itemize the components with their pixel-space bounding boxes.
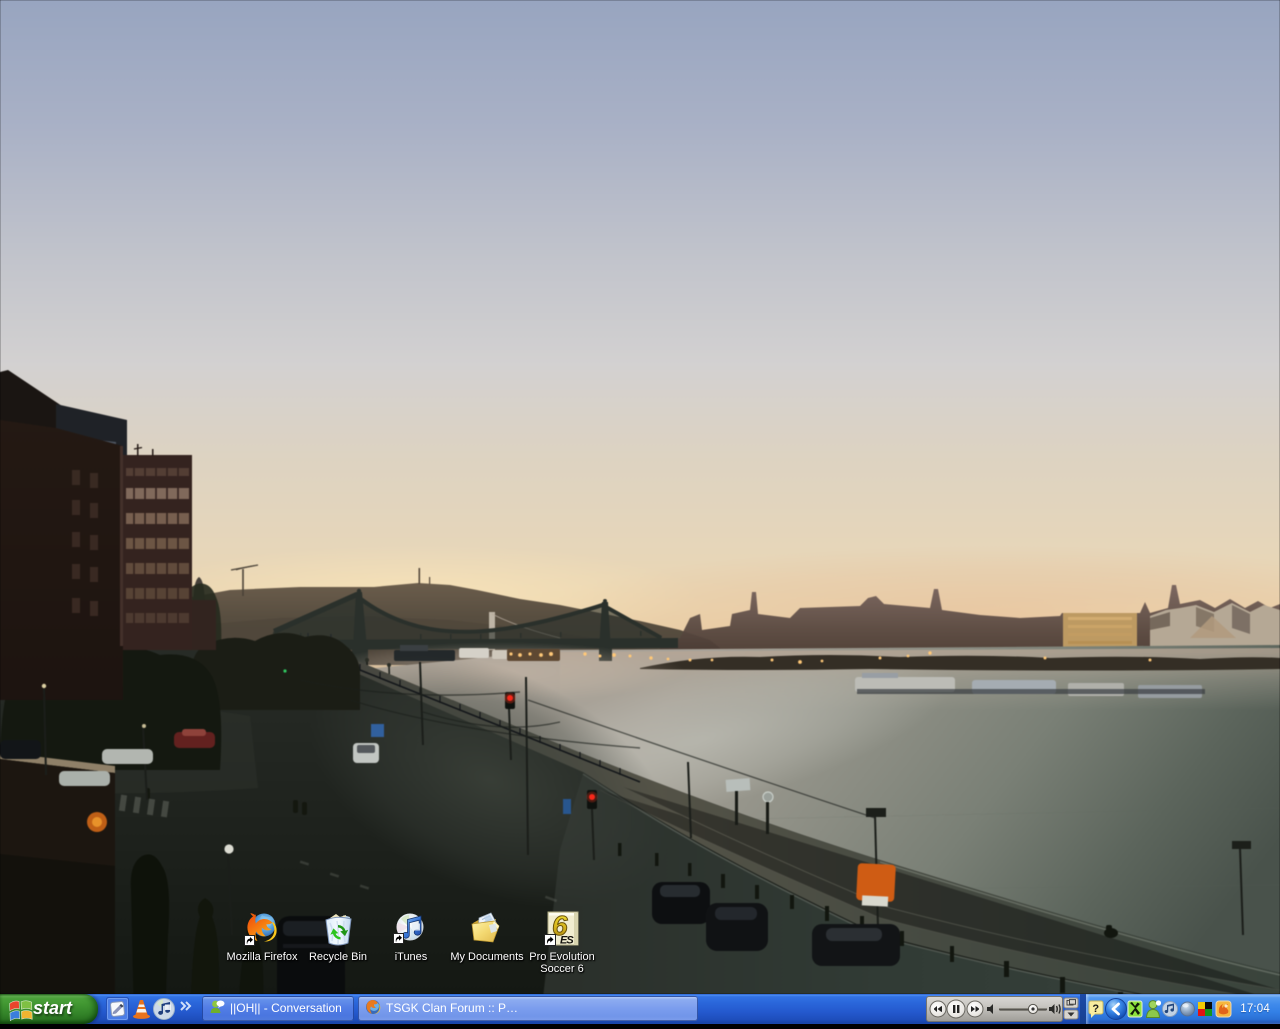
svg-text:?: ? bbox=[1092, 1003, 1099, 1015]
svg-text:ES: ES bbox=[560, 935, 574, 947]
